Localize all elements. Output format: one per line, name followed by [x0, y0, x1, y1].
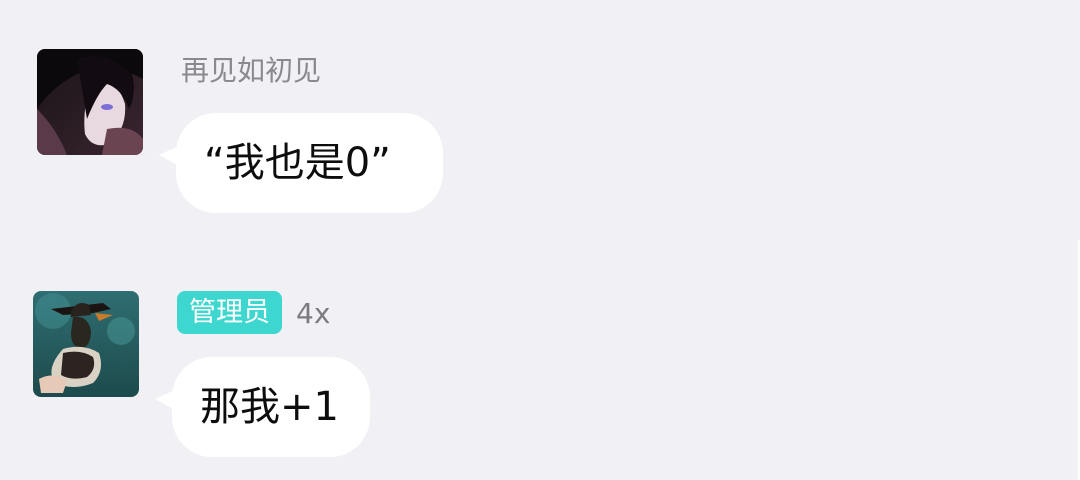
- sender-name[interactable]: 再见如初见: [181, 52, 321, 90]
- message-text: 那我+1: [200, 384, 339, 430]
- bubble-tail: [155, 389, 177, 411]
- bubble-tail: [159, 145, 181, 167]
- dark-hair-character-avatar-icon[interactable]: [37, 49, 143, 155]
- level-indicator: 4x: [296, 297, 331, 330]
- message-bubble[interactable]: “我也是0”: [159, 113, 443, 213]
- hat-character-avatar-icon[interactable]: [33, 291, 139, 397]
- message-bubble[interactable]: 那我+1: [155, 357, 370, 457]
- admin-role-badge: 管理员: [177, 291, 282, 334]
- message-text: “我也是0”: [204, 140, 391, 186]
